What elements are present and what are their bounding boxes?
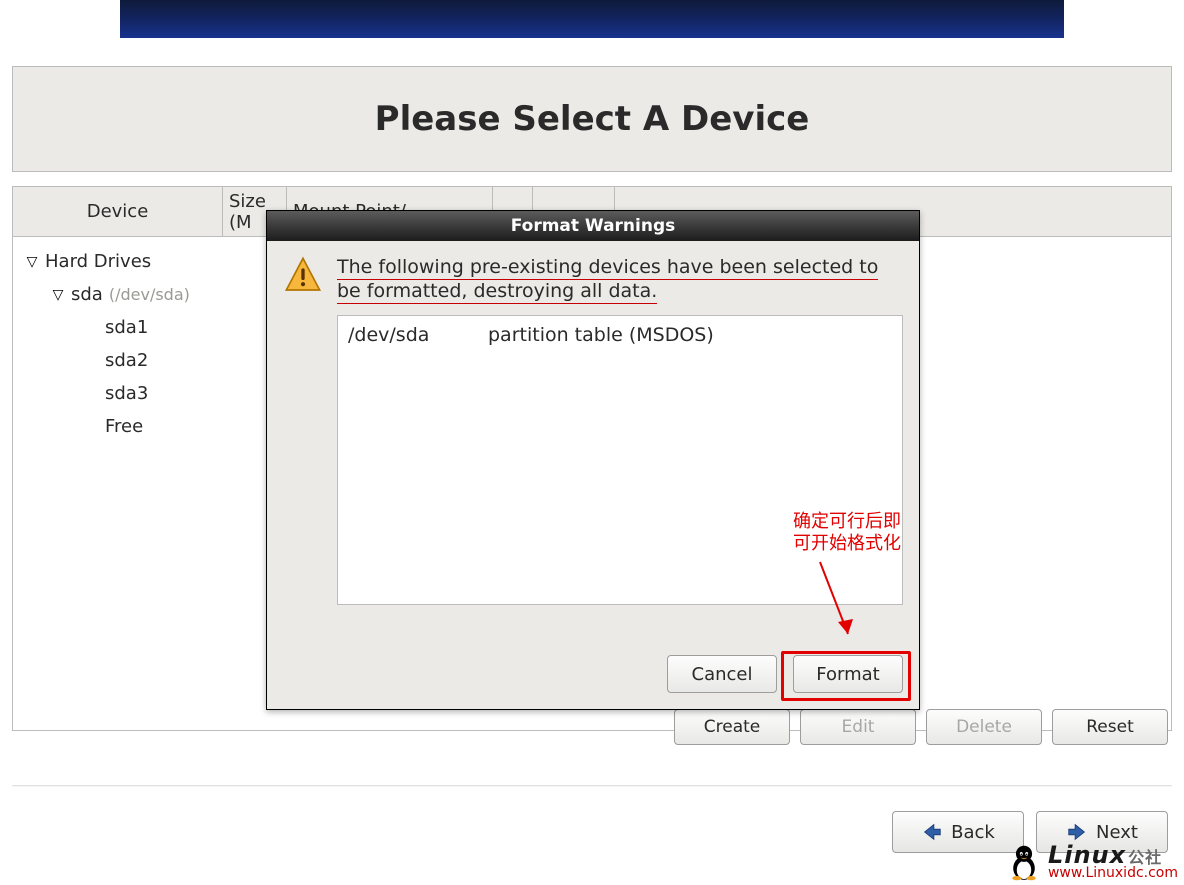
device-list-row[interactable]: /dev/sda partition table (MSDOS)	[348, 324, 892, 346]
device-type: partition table (MSDOS)	[488, 324, 714, 346]
separator	[12, 785, 1172, 787]
create-button[interactable]: Create	[674, 709, 790, 745]
format-button[interactable]: Format	[793, 655, 903, 693]
nav-buttons: Back Next	[892, 811, 1168, 853]
dialog-title: Format Warnings	[267, 211, 919, 241]
device-path: (/dev/sda)	[109, 285, 190, 304]
back-button[interactable]: Back	[892, 811, 1024, 853]
warning-line2: be formatted, destroying all data.	[337, 280, 657, 304]
col-device[interactable]: Device	[13, 187, 223, 237]
expand-icon[interactable]: ▽	[49, 287, 67, 303]
next-button[interactable]: Next	[1036, 811, 1168, 853]
nav-label: Back	[951, 822, 995, 843]
reset-button[interactable]: Reset	[1052, 709, 1168, 745]
device-name: /dev/sda	[348, 324, 488, 346]
arrow-right-icon	[1066, 821, 1088, 843]
nav-label: Next	[1096, 822, 1138, 843]
tree-label: Hard Drives	[45, 251, 151, 272]
page-header: Please Select A Device	[12, 66, 1172, 172]
warning-text: The following pre-existing devices have …	[337, 255, 878, 303]
annotation-text: 确定可行后即 可开始格式化	[793, 510, 901, 554]
page-title: Please Select A Device	[375, 99, 810, 139]
delete-button[interactable]: Delete	[926, 709, 1042, 745]
cancel-button[interactable]: Cancel	[667, 655, 777, 693]
expand-icon[interactable]: ▽	[23, 254, 41, 270]
format-warnings-dialog: Format Warnings The following pre-existi…	[266, 210, 920, 710]
arrow-left-icon	[921, 821, 943, 843]
device-list[interactable]: /dev/sda partition table (MSDOS)	[337, 315, 903, 605]
table-actions: Create Edit Delete Reset	[674, 709, 1168, 745]
top-banner	[120, 0, 1064, 38]
warning-line1: The following pre-existing devices have …	[337, 256, 878, 280]
warning-icon	[283, 255, 323, 295]
edit-button[interactable]: Edit	[800, 709, 916, 745]
tree-label: sda	[71, 284, 103, 305]
